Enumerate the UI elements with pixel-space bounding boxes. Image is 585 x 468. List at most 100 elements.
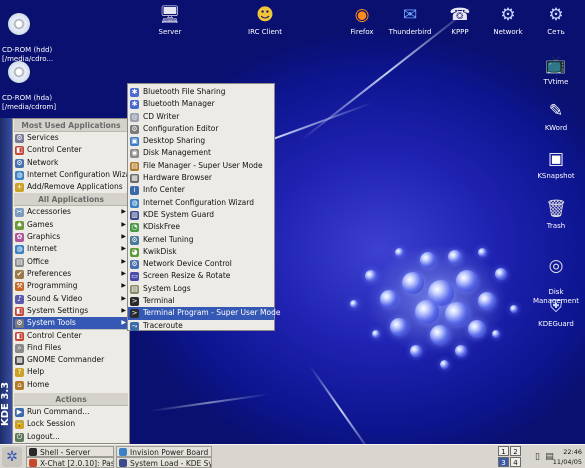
wallpaper-bubble <box>445 302 469 326</box>
menu-item-add-remove[interactable]: + Add/Remove Applications <box>13 181 129 193</box>
wallpaper-beam <box>149 393 269 412</box>
menu-item-internet[interactable]: ◍ Internet ▶ <box>13 243 129 255</box>
kword-icon: ✎ <box>548 101 564 121</box>
menu-item-logout[interactable]: ⏻ Logout... <box>13 431 129 443</box>
pager-desktop-4[interactable]: 4 <box>510 457 521 467</box>
taskbar: ✲ Shell - Server Invision Power Board ->… <box>0 444 585 468</box>
wallpaper-bubble <box>448 250 462 264</box>
system-load-icon <box>119 459 127 467</box>
menu-item-programming[interactable]: ⚒ Programming ▶ <box>13 280 129 292</box>
menu-item-system-settings[interactable]: ◧ System Settings ▶ <box>13 305 129 317</box>
pager-desktop-1[interactable]: 1 <box>498 446 509 456</box>
desktop-icon-kword[interactable]: ✎ KWord <box>526 100 585 133</box>
menu-item-sound-video[interactable]: ♪ Sound & Video ▶ <box>13 293 129 305</box>
terminal-icon: > <box>130 297 139 307</box>
hardware-browser-icon: ▦ <box>130 174 139 184</box>
menu-item-office[interactable]: ▤ Office ▶ <box>13 256 129 268</box>
submenu-item-bluetooth-file-sharing[interactable]: ✱ Bluetooth File Sharing <box>128 86 274 98</box>
desktop-icon-cdrom-hda[interactable]: CD-ROM (hda) [/media/cdrom] <box>2 52 72 112</box>
submenu-item-kwikdisk[interactable]: ◕ KwikDisk <box>128 246 274 258</box>
kernel-tuning-icon: ⚙ <box>130 235 139 245</box>
submenu-item-hardware-browser[interactable]: ▦ Hardware Browser <box>128 172 274 184</box>
submenu-item-internet-wizard[interactable]: ◍ Internet Configuration Wizard <box>128 197 274 209</box>
task-button-invision[interactable]: Invision Power Board -> G <box>116 446 212 457</box>
clock-date[interactable]: 11/04/05 <box>553 458 582 466</box>
menu-item-games[interactable]: ♠ Games ▶ <box>13 219 129 231</box>
desktop-icon-kdeguard[interactable]: ⛨ KDEGuard <box>526 296 585 329</box>
config-editor-icon: ⚙ <box>130 124 139 134</box>
submenu-item-disk-management[interactable]: ◉ Disk Management <box>128 147 274 159</box>
clock-time[interactable]: 22:46 <box>563 448 582 456</box>
menu-item-accessories[interactable]: ✂ Accessories ▶ <box>13 206 129 218</box>
wallpaper-beam <box>309 365 374 444</box>
submenu-item-kde-system-guard[interactable]: ▥ KDE System Guard <box>128 209 274 221</box>
desktop-icon-tvtime[interactable]: 📺 TVtime <box>526 54 585 87</box>
submenu-item-terminal-su[interactable]: > Terminal Program - Super User Mode <box>128 307 280 320</box>
desktop-icon-irc-client[interactable]: ☻ IRC Client <box>235 4 295 37</box>
menu-item-control-center-2[interactable]: ◧ Control Center <box>13 329 129 342</box>
shell-icon <box>29 448 37 456</box>
system-settings-icon: ◧ <box>15 306 24 316</box>
kde-main-menu: Most Used Applications ⚙ Services ◧ Contro… <box>12 118 138 444</box>
cdrom-icon <box>8 61 30 83</box>
bluetooth-icon: ✱ <box>130 88 139 97</box>
desktop-icon-set[interactable]: ⚙ Сеть <box>526 4 585 37</box>
submenu-item-traceroute[interactable]: ⤳ Traceroute <box>128 320 274 332</box>
submenu-arrow-icon: ▶ <box>121 282 126 290</box>
menu-item-network[interactable]: ⚙ Network <box>13 157 129 169</box>
submenu-item-network-device-control[interactable]: ⚙ Network Device Control <box>128 258 274 270</box>
pager-desktop-2[interactable]: 2 <box>510 446 521 456</box>
submenu-item-desktop-sharing[interactable]: ▣ Desktop Sharing <box>128 135 274 147</box>
menu-item-services[interactable]: ⚙ Services <box>13 132 129 144</box>
menu-item-home[interactable]: ⌂ Home <box>13 379 129 391</box>
services-icon: ⚙ <box>15 134 24 143</box>
tray-clipboard-icon[interactable]: ▯ <box>533 452 542 462</box>
wallpaper-bubble <box>420 252 436 268</box>
wallpaper-bubble <box>415 300 439 324</box>
server-icon: 🖥 <box>159 5 181 25</box>
control-center-icon: ◧ <box>15 332 24 342</box>
submenu-item-bluetooth-manager[interactable]: ✱ Bluetooth Manager <box>128 98 274 110</box>
submenu-item-kdiskfree[interactable]: ◔ KDiskFree <box>128 221 274 233</box>
traceroute-icon: ⤳ <box>130 321 139 331</box>
submenu-item-terminal[interactable]: > Terminal <box>128 295 274 307</box>
k-menu-button[interactable]: ✲ <box>2 447 22 467</box>
wallpaper-bubble <box>455 345 467 357</box>
submenu-item-configuration-editor[interactable]: ⚙ Configuration Editor <box>128 123 274 135</box>
menu-item-run-command[interactable]: ▶ Run Command... <box>13 406 129 418</box>
submenu-item-screen-resize[interactable]: ▭ Screen Resize & Rotate <box>128 270 274 282</box>
menu-item-graphics[interactable]: ✿ Graphics ▶ <box>13 231 129 243</box>
submenu-item-file-manager-su[interactable]: ▤ File Manager - Super User Mode <box>128 160 274 172</box>
task-button-xchat[interactable]: X-Chat [2.0.10]: Pasha @ <box>26 457 114 468</box>
desktop-icon-ksnapshot[interactable]: ▣ KSnapshot <box>526 148 585 181</box>
menu-item-internet-wizard[interactable]: ◍ Internet Configuration Wizard <box>13 169 138 181</box>
info-center-icon: i <box>130 186 139 196</box>
system-tools-icon: ⚙ <box>15 319 24 329</box>
submenu-item-cd-writer[interactable]: ◎ CD Writer <box>128 111 274 123</box>
menu-item-lock-session[interactable]: 🔒 Lock Session <box>13 418 129 430</box>
sound-video-icon: ♪ <box>15 294 24 304</box>
desktop-icon-server[interactable]: 🖥 Server <box>140 4 200 37</box>
menu-item-help[interactable]: ? Help <box>13 366 129 378</box>
submenu-item-kernel-tuning[interactable]: ⚙ Kernel Tuning <box>128 234 274 246</box>
task-button-shell-server[interactable]: Shell - Server <box>26 446 114 457</box>
disk-management-icon: ◉ <box>130 149 139 159</box>
submenu-item-system-logs[interactable]: ▤ System Logs <box>128 283 274 295</box>
kwikdisk-icon: ◕ <box>130 247 139 257</box>
bluetooth-icon: ✱ <box>130 100 139 110</box>
menu-item-control-center[interactable]: ◧ Control Center <box>13 144 129 156</box>
find-files-icon: ⌕ <box>15 343 24 353</box>
run-command-icon: ▶ <box>15 407 24 417</box>
menu-item-gnome-commander[interactable]: ▦ GNOME Commander <box>13 354 129 366</box>
lock-icon: 🔒 <box>15 420 24 430</box>
desktop-icon-trash[interactable]: 🗑 Trash <box>526 198 585 231</box>
logout-icon: ⏻ <box>15 432 24 442</box>
internet-wizard-icon: ◍ <box>130 198 139 208</box>
pager-desktop-3[interactable]: 3 <box>498 457 509 467</box>
task-button-system-load[interactable]: System Load - KDE Sy <box>116 457 212 468</box>
network-icon: ⚙ <box>500 5 516 25</box>
submenu-item-info-center[interactable]: i Info Center <box>128 184 274 196</box>
menu-item-system-tools[interactable]: ⚙ System Tools ▶ <box>13 317 129 330</box>
menu-item-preferences[interactable]: ✔ Preferences ▶ <box>13 268 129 280</box>
menu-item-find-files[interactable]: ⌕ Find Files <box>13 342 129 354</box>
